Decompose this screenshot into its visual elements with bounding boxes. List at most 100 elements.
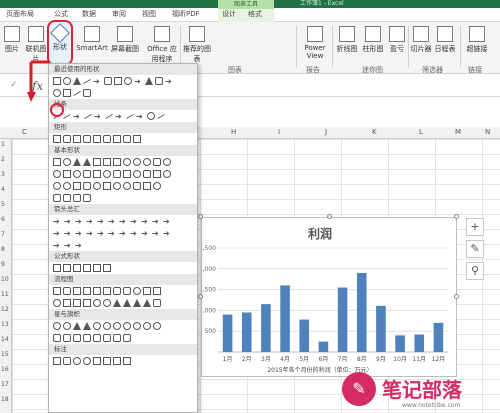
circle-shape[interactable] [143,158,151,166]
star-shape[interactable] [123,322,131,330]
arrow-shape[interactable] [75,229,84,237]
lightning-shape[interactable] [103,182,111,190]
equal-shape[interactable] [93,264,101,272]
row-header[interactable]: 14 [1,336,9,343]
left-arrow-shape[interactable] [64,217,73,225]
up-arrow-shape[interactable] [75,217,84,225]
offpage-connector-shape[interactable] [63,299,71,307]
star-shape[interactable] [103,322,111,330]
document-shape[interactable] [113,287,121,295]
triangle-shape[interactable] [145,77,153,85]
row-header[interactable]: 13 [1,321,9,328]
shape[interactable] [113,170,121,178]
arrow-shape[interactable] [53,241,62,249]
divide-shape[interactable] [83,264,91,272]
heart-shape[interactable] [93,182,101,190]
no-symbol-shape[interactable] [73,182,81,190]
column-header[interactable]: M [455,128,461,136]
shape[interactable] [153,158,161,166]
star-shape[interactable] [93,322,101,330]
timeline-button[interactable]: 日程表 [432,26,458,54]
shape[interactable] [153,170,161,178]
arrow-shape[interactable] [130,229,139,237]
decision-shape[interactable] [73,287,81,295]
office-apps-button[interactable]: Office 应用程序 [146,26,178,64]
punched-tape-shape[interactable] [83,299,91,307]
oval-shape[interactable] [124,77,132,85]
smiley-shape[interactable] [53,182,61,190]
internal-storage-shape[interactable] [103,287,111,295]
shape[interactable] [163,158,171,166]
rounded-rect-shape[interactable] [155,77,163,85]
terminator-shape[interactable] [133,287,141,295]
rectangle-shape[interactable] [63,89,71,97]
sun-shape[interactable] [113,182,121,190]
shape[interactable] [63,170,71,178]
resize-handle[interactable] [198,294,203,299]
rounded-rect-shape[interactable] [104,77,112,85]
arrow-shape[interactable] [134,77,143,85]
explosion-shape[interactable] [63,322,71,330]
rounded-rect-shape[interactable] [103,135,111,143]
block-arc-shape[interactable] [83,182,91,190]
oval-shape[interactable] [53,89,61,97]
arrow-shape[interactable] [93,77,102,85]
arrow-shape[interactable] [163,217,172,225]
oval-shape[interactable] [63,77,71,85]
callout-shape[interactable] [73,357,81,365]
callout-shape[interactable] [53,357,61,365]
explosion-shape[interactable] [53,322,61,330]
right-arrow-shape[interactable] [53,217,62,225]
wave-shape[interactable] [113,334,121,342]
rounded-rect-shape[interactable] [123,135,131,143]
banner-shape[interactable] [63,334,71,342]
arrow-shape[interactable] [97,229,106,237]
screenshot-button[interactable]: 屏幕截图 [108,26,142,54]
arrow-shape[interactable] [163,229,172,237]
arrow-shape[interactable] [165,77,174,85]
shape[interactable] [103,170,111,178]
quad-arrow-shape[interactable] [119,217,128,225]
moon-shape[interactable] [123,182,131,190]
online-picture-button[interactable]: 联机图片 [24,26,48,64]
curve-shape[interactable] [147,112,155,120]
plus-icon[interactable]: + [466,218,484,236]
donut-shape[interactable] [63,182,71,190]
callout-shape[interactable] [113,357,121,365]
alternate-process-shape[interactable] [63,287,71,295]
multidocument-shape[interactable] [123,287,131,295]
rectangle-shape[interactable] [73,135,81,143]
summing-junction-shape[interactable] [93,299,101,307]
left-right-arrow-shape[interactable] [97,217,106,225]
column-header[interactable]: I [278,128,280,136]
column-header[interactable]: N [485,128,490,136]
card-shape[interactable] [73,299,81,307]
row-header[interactable]: 4 [1,186,5,193]
arrow-shape[interactable] [115,112,124,120]
sparkline-winloss-button[interactable]: 盈亏 [386,26,408,54]
triangle-shape[interactable] [73,77,81,85]
hyperlink-button[interactable]: 超链接 [462,26,492,54]
triangle-shape[interactable] [83,158,91,166]
tab-page-layout[interactable]: 页面布局 [6,9,34,19]
callout-shape[interactable] [123,357,131,365]
column-header[interactable]: L [419,128,423,136]
smartart-button[interactable]: SmartArt [76,26,108,52]
multiply-shape[interactable] [73,264,81,272]
tab-data[interactable]: 数据 [82,9,96,19]
sparkline-line-button[interactable]: 折线图 [334,26,360,54]
recommended-charts-button[interactable]: 推荐的图表 [182,26,212,64]
picture-button[interactable]: 图片 [0,26,24,54]
up-down-arrow-shape[interactable] [108,217,117,225]
resize-handle[interactable] [454,294,459,299]
row-header[interactable]: 16 [1,366,9,373]
column-header[interactable]: C [22,128,27,136]
tab-design[interactable]: 设计 [222,9,236,19]
tab-format[interactable]: 格式 [248,9,262,19]
rounded-rect-shape[interactable] [83,135,91,143]
oval-shape[interactable] [63,158,71,166]
data-shape[interactable] [83,287,91,295]
rounded-rect-shape[interactable] [83,89,91,97]
tab-view[interactable]: 视图 [142,9,156,19]
row-header[interactable]: 18 [1,396,9,403]
